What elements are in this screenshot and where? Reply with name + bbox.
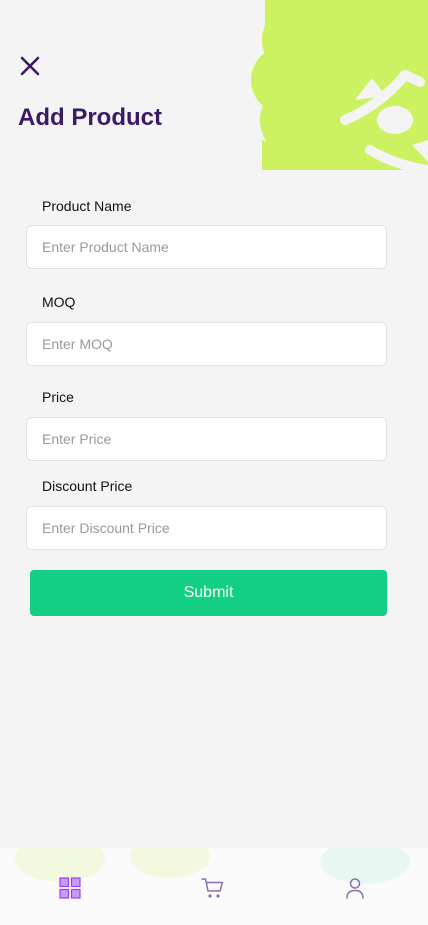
page-title: Add Product bbox=[18, 104, 162, 131]
close-icon bbox=[20, 56, 40, 76]
submit-button[interactable]: Submit bbox=[30, 570, 387, 616]
product-name-input[interactable] bbox=[26, 225, 387, 269]
nav-home[interactable] bbox=[57, 875, 83, 901]
close-button[interactable] bbox=[16, 52, 44, 80]
grid-icon bbox=[59, 877, 81, 899]
moq-input[interactable] bbox=[26, 322, 387, 366]
discount-price-label: Discount Price bbox=[42, 478, 133, 494]
price-input[interactable] bbox=[26, 417, 387, 461]
price-label: Price bbox=[42, 389, 74, 405]
cart-icon bbox=[201, 878, 224, 898]
moq-label: MOQ bbox=[42, 294, 76, 310]
decorative-blob bbox=[251, 0, 428, 170]
product-name-label: Product Name bbox=[42, 198, 132, 214]
bottom-nav bbox=[0, 848, 428, 925]
nav-profile[interactable] bbox=[342, 875, 368, 901]
user-icon bbox=[346, 878, 364, 899]
nav-cart[interactable] bbox=[200, 875, 226, 901]
discount-price-input[interactable] bbox=[26, 506, 387, 550]
